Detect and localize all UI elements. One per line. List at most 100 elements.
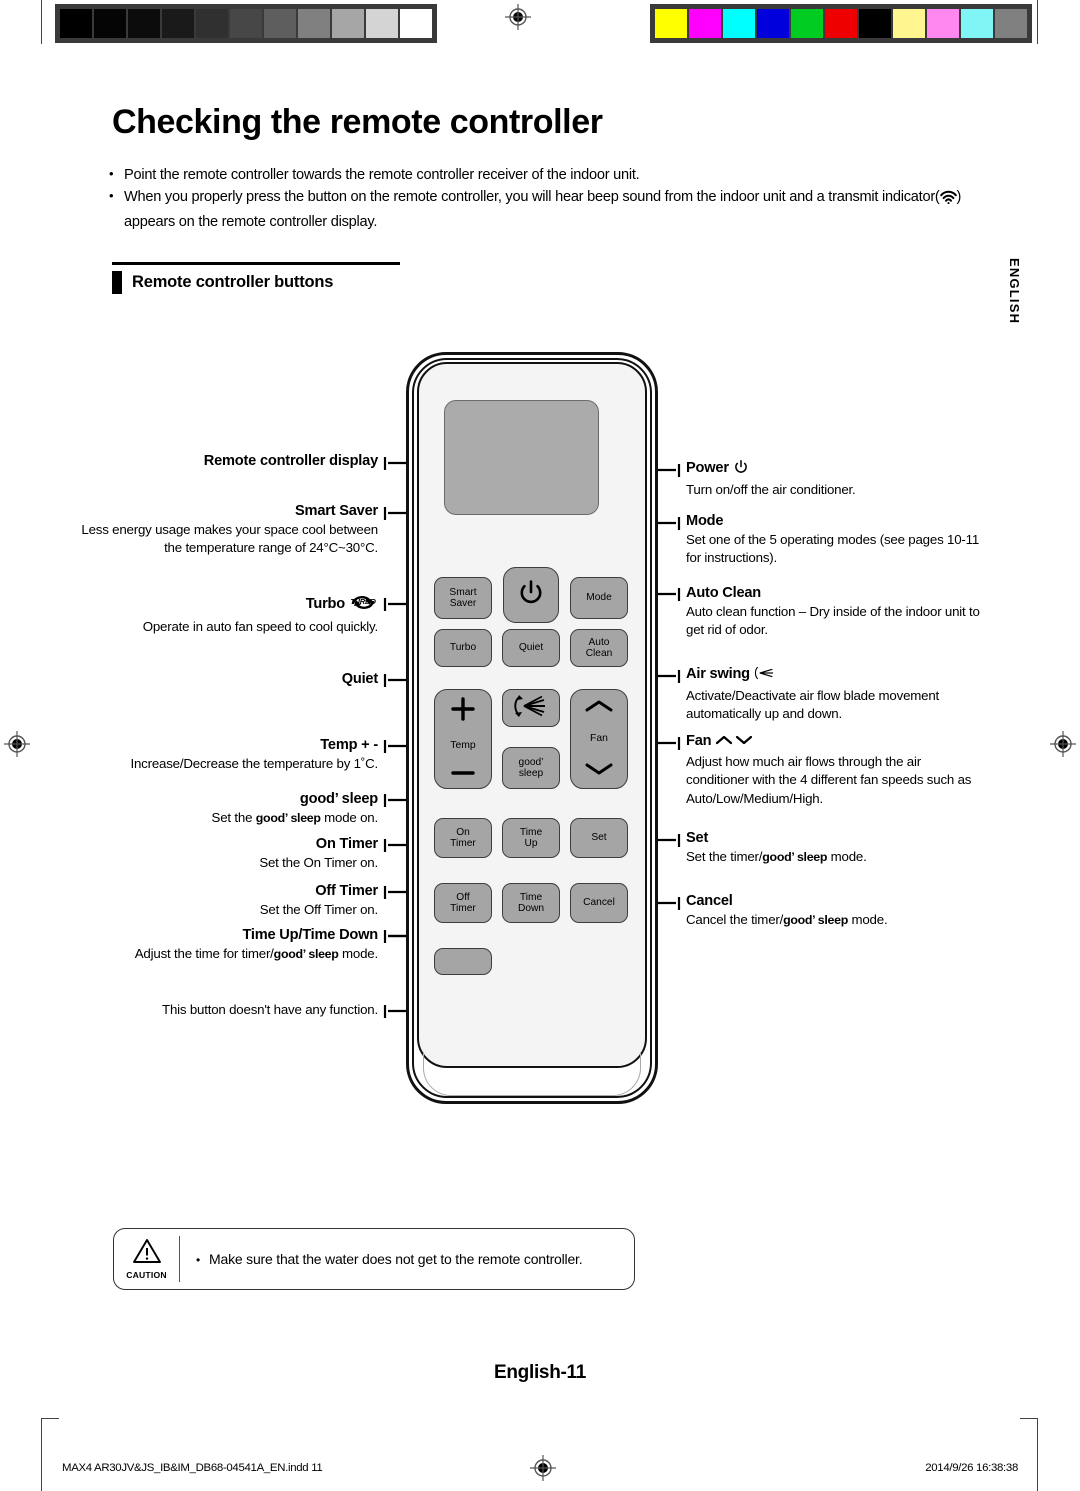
air-swing-icon bbox=[512, 694, 550, 721]
button-off-timer[interactable]: Off Timer bbox=[434, 883, 492, 923]
section-marker bbox=[112, 270, 122, 294]
chevron-down-icon bbox=[584, 762, 614, 779]
button-time-up-line1: Time bbox=[519, 826, 543, 838]
calibration-swatch bbox=[332, 9, 364, 38]
indicator-prefix: indicator( bbox=[882, 189, 940, 205]
callout-set: Set Set the timer/good’ sleep mode. bbox=[686, 829, 986, 866]
calibration-swatch bbox=[655, 9, 687, 38]
caution-mark: CAUTION bbox=[114, 1236, 180, 1282]
button-turbo[interactable]: Turbo bbox=[434, 629, 492, 667]
svg-text:TURBO: TURBO bbox=[350, 597, 376, 606]
section-rule bbox=[112, 262, 400, 265]
callout-temp-desc: Increase/Decrease the temperature by 1˚C… bbox=[130, 755, 378, 771]
callout-temp: Temp + - Increase/Decrease the temperatu… bbox=[80, 736, 378, 773]
fan-arrows-icon bbox=[715, 733, 753, 753]
button-auto-clean-line1: Auto bbox=[588, 636, 610, 648]
callout-air-swing-desc: Activate/Deactivate air flow blade movem… bbox=[686, 687, 940, 722]
callout-no-function: This button doesn't have any function. bbox=[80, 1001, 378, 1020]
calibration-swatch bbox=[196, 9, 228, 38]
calibration-swatch bbox=[298, 9, 330, 38]
crop-line-left bbox=[41, 0, 43, 44]
button-no-function[interactable] bbox=[434, 948, 492, 975]
remote-shell-lip bbox=[423, 1052, 641, 1096]
button-on-timer-line2: Timer bbox=[450, 838, 476, 849]
callout-good-sleep-desc: Set the good’ sleep mode on. bbox=[80, 809, 379, 828]
intro-bullet-2-part1: When you properly press the button on th… bbox=[124, 189, 879, 205]
callout-mode: Mode Set one of the 5 operating modes (s… bbox=[686, 512, 986, 568]
callout-temp-label: Temp + - bbox=[320, 737, 378, 753]
callout-power-desc: Turn on/off the air conditioner. bbox=[686, 481, 856, 497]
calibration-swatch bbox=[230, 9, 262, 38]
button-auto-clean[interactable]: Auto Clean bbox=[570, 629, 628, 667]
language-side-tab: ENGLISH bbox=[1007, 258, 1022, 325]
caution-text: Make sure that the water does not get to… bbox=[196, 1251, 583, 1267]
callout-cancel-label: Cancel bbox=[686, 893, 733, 909]
calibration-swatch bbox=[60, 9, 92, 38]
callout-display: Remote controller display bbox=[100, 452, 378, 471]
button-power[interactable] bbox=[503, 567, 559, 623]
callout-smart-saver-desc: Less energy usage makes your space cool … bbox=[81, 521, 378, 556]
button-fan[interactable]: Fan bbox=[570, 689, 628, 789]
page-title: Checking the remote controller bbox=[112, 103, 603, 141]
registration-mark-bottom bbox=[530, 1455, 556, 1481]
manual-page: Checking the remote controller Point the… bbox=[0, 0, 1080, 1491]
callout-power: Power Turn on/off the air conditioner. bbox=[686, 459, 986, 499]
crop-line-bottom-left bbox=[41, 1418, 43, 1491]
callout-time-up-down: Time Up/Time Down Adjust the time for ti… bbox=[80, 926, 378, 963]
calibration-swatch bbox=[961, 9, 993, 38]
callout-set-desc-bold: good’ sleep bbox=[762, 849, 828, 864]
callout-turbo: Turbo TURBO Operate in auto fan speed to… bbox=[80, 592, 378, 636]
button-time-down-line1: Time bbox=[519, 891, 543, 903]
button-smart-saver[interactable]: Smart Saver bbox=[434, 577, 492, 619]
calibration-swatch bbox=[162, 9, 194, 38]
button-good-sleep[interactable]: good’ sleep bbox=[502, 747, 560, 789]
calibration-swatch bbox=[366, 9, 398, 38]
button-set[interactable]: Set bbox=[570, 818, 628, 858]
callout-set-desc-post: mode. bbox=[827, 848, 867, 864]
button-cancel-label: Cancel bbox=[583, 897, 615, 909]
crop-line-bottom-rule bbox=[41, 1418, 59, 1420]
minus-icon bbox=[450, 767, 476, 782]
button-quiet[interactable]: Quiet bbox=[502, 629, 560, 667]
callout-time-up-down-desc: Adjust the time for timer/good’ sleep mo… bbox=[80, 945, 378, 964]
callout-turbo-desc: Operate in auto fan speed to cool quickl… bbox=[142, 618, 378, 634]
callout-fan-desc: Adjust how much air flows through the ai… bbox=[686, 753, 972, 806]
button-on-timer[interactable]: On Timer bbox=[434, 818, 492, 858]
button-temp[interactable]: Temp bbox=[434, 689, 492, 789]
callout-off-timer-desc: Set the Off Timer on. bbox=[259, 901, 378, 917]
air-swing-icon bbox=[754, 665, 776, 687]
section-heading-label: Remote controller buttons bbox=[132, 272, 334, 291]
callout-time-desc-pre: Adjust the time for timer/ bbox=[134, 945, 274, 961]
footer-timestamp: 2014/9/26 16:38:38 bbox=[925, 1462, 1018, 1474]
button-mode[interactable]: Mode bbox=[570, 577, 628, 619]
callout-cancel-desc-bold: good’ sleep bbox=[783, 912, 848, 927]
callout-on-timer: On Timer Set the On Timer on. bbox=[80, 835, 378, 872]
plus-icon bbox=[450, 696, 476, 725]
callout-cancel: Cancel Cancel the timer/good’ sleep mode… bbox=[686, 892, 986, 929]
button-temp-label: Temp bbox=[450, 740, 476, 752]
button-on-timer-line1: On bbox=[456, 826, 470, 838]
calibration-swatch bbox=[94, 9, 126, 38]
button-smart-saver-line1: Smart bbox=[449, 586, 477, 598]
registration-mark-top bbox=[505, 4, 531, 30]
calibration-swatch bbox=[264, 9, 296, 38]
callout-smart-saver: Smart Saver Less energy usage makes your… bbox=[80, 502, 378, 558]
callout-auto-clean: Auto Clean Auto clean function – Dry ins… bbox=[686, 584, 986, 640]
calibration-swatch bbox=[995, 9, 1027, 38]
button-air-swing[interactable] bbox=[502, 689, 560, 727]
button-turbo-label: Turbo bbox=[449, 642, 477, 654]
calibration-swatch bbox=[757, 9, 789, 38]
button-mode-label: Mode bbox=[586, 592, 612, 604]
callout-fan: Fan Adjust how much air flows through th… bbox=[686, 732, 986, 808]
button-cancel[interactable]: Cancel bbox=[570, 883, 628, 923]
caution-word: CAUTION bbox=[126, 1270, 167, 1280]
callout-off-timer: Off Timer Set the Off Timer on. bbox=[80, 882, 378, 919]
callout-on-timer-label: On Timer bbox=[315, 836, 378, 852]
callout-turbo-label: Turbo bbox=[305, 596, 345, 612]
calibration-swatch bbox=[927, 9, 959, 38]
button-time-up[interactable]: Time Up bbox=[502, 818, 560, 858]
button-time-down[interactable]: Time Down bbox=[502, 883, 560, 923]
button-quiet-label: Quiet bbox=[518, 642, 544, 654]
calibration-swatch bbox=[128, 9, 160, 38]
callout-fan-label: Fan bbox=[686, 733, 712, 749]
